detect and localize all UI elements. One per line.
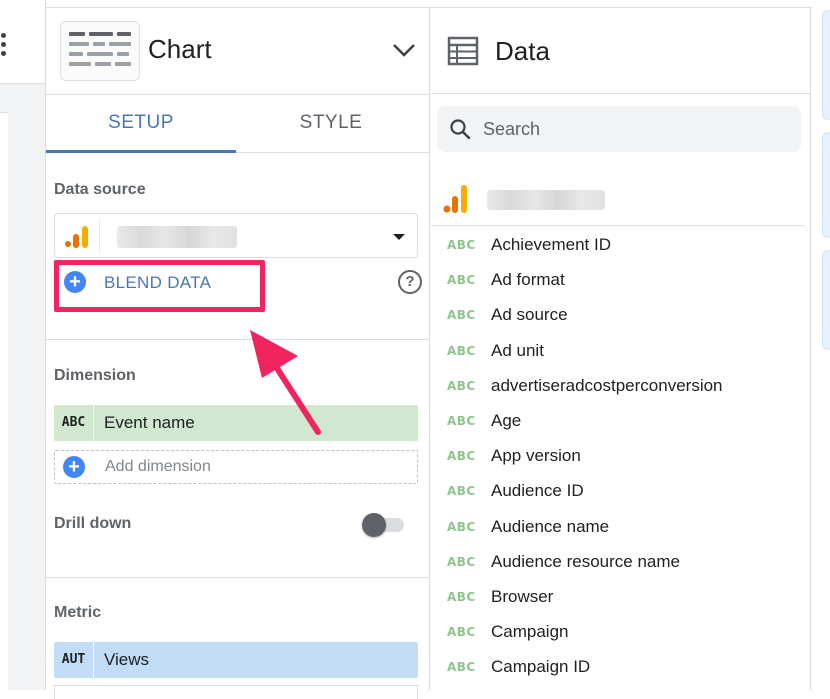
field-type-icon: ABC bbox=[447, 590, 476, 604]
field-name: Audience ID bbox=[491, 481, 584, 501]
field-type-icon: ABC bbox=[447, 238, 476, 252]
field-item[interactable]: ABC Audience resource name bbox=[431, 545, 805, 580]
side-card bbox=[822, 250, 830, 350]
field-name: Audience resource name bbox=[491, 551, 681, 571]
field-name: Audience name bbox=[491, 516, 610, 536]
tab-style[interactable]: STYLE bbox=[236, 95, 426, 153]
dropdown-caret-icon[interactable] bbox=[393, 234, 405, 240]
metric-name: Views bbox=[104, 650, 150, 669]
metric-chip[interactable]: AUT Views bbox=[54, 642, 418, 678]
field-item[interactable]: ABC App version bbox=[431, 439, 805, 474]
field-item[interactable]: ABC Ad source bbox=[431, 298, 805, 333]
dimension-chip[interactable]: ABC Event name bbox=[54, 405, 418, 441]
add-metric-partial[interactable] bbox=[54, 685, 418, 699]
table-chart-icon[interactable] bbox=[60, 21, 140, 81]
field-type-icon: ABC bbox=[447, 660, 476, 675]
field-name: Age bbox=[491, 411, 522, 430]
field-type-icon: ABC bbox=[447, 625, 476, 640]
metric-label: Metric bbox=[54, 604, 102, 621]
field-item[interactable]: ABC advertiseradcostperconversion bbox=[431, 369, 805, 404]
field-item[interactable]: ABC Ad format bbox=[431, 263, 805, 298]
section-divider bbox=[46, 577, 430, 578]
data-panel: Data ABC Achievement ID ABC Ad format ABC Ad … bbox=[431, 8, 811, 690]
tab-setup[interactable]: SETUP bbox=[46, 95, 236, 153]
field-type-icon: ABC bbox=[447, 414, 476, 428]
add-dimension-label: Add dimension bbox=[105, 458, 211, 475]
field-item[interactable]: ABC Campaign ID bbox=[431, 650, 805, 685]
field-item[interactable]: ABC Audience ID bbox=[431, 474, 805, 509]
field-type-icon: ABC bbox=[447, 378, 476, 393]
chevron-down-icon[interactable] bbox=[390, 36, 418, 64]
metric-type-badge: AUT bbox=[54, 642, 94, 678]
field-type-icon: ABC bbox=[447, 273, 476, 288]
field-name: Achievement ID bbox=[491, 235, 611, 254]
field-name: Ad format bbox=[491, 270, 565, 290]
data-title: Data bbox=[495, 36, 550, 66]
data-source-name-blurred bbox=[117, 226, 237, 248]
data-source-select[interactable] bbox=[54, 213, 418, 258]
drill-down-label: Drill down bbox=[54, 515, 132, 532]
right-strip bbox=[812, 0, 830, 690]
field-name: advertiseradcostperconversion bbox=[491, 375, 723, 395]
field-type-icon: ABC bbox=[447, 484, 476, 499]
plus-circle-icon[interactable]: + bbox=[64, 271, 86, 293]
left-strip bbox=[0, 0, 46, 690]
chart-properties-panel: Chart SETUP STYLE Data source + BLEND DA… bbox=[46, 8, 430, 699]
help-circle-icon[interactable]: ? bbox=[398, 270, 422, 294]
side-card bbox=[822, 132, 830, 238]
field-name: Campaign ID bbox=[491, 657, 591, 677]
field-item[interactable]: ABC Campaign bbox=[431, 615, 805, 650]
field-type-icon: ABC bbox=[447, 554, 476, 569]
section-divider bbox=[46, 339, 430, 340]
chart-header: Chart bbox=[46, 8, 430, 95]
data-source-name-blurred bbox=[487, 190, 605, 210]
google-analytics-icon bbox=[65, 226, 88, 248]
blend-data-button[interactable]: BLEND DATA bbox=[104, 273, 211, 293]
chart-title: Chart bbox=[148, 34, 212, 64]
search-box bbox=[437, 106, 801, 152]
dimension-type-badge: ABC bbox=[54, 405, 94, 441]
field-item[interactable]: ABC Browser bbox=[431, 580, 805, 615]
field-name: App version bbox=[491, 446, 581, 466]
data-header: Data bbox=[431, 8, 811, 94]
left-panel-edge bbox=[0, 112, 8, 690]
field-name: Ad source bbox=[491, 305, 568, 325]
field-type-icon: ABC bbox=[447, 449, 476, 464]
data-source-label: Data source bbox=[54, 181, 146, 198]
table-icon bbox=[447, 36, 479, 66]
side-card bbox=[822, 10, 830, 120]
field-type-icon: ABC bbox=[447, 308, 476, 323]
left-toolbar bbox=[0, 0, 45, 84]
field-type-icon: ABC bbox=[447, 519, 476, 534]
search-input[interactable] bbox=[481, 116, 781, 142]
field-type-icon: ABC bbox=[447, 343, 476, 358]
field-item[interactable]: ABC Achievement ID bbox=[431, 228, 805, 263]
field-name: Ad unit bbox=[491, 340, 544, 360]
plus-circle-icon: + bbox=[63, 456, 85, 478]
search-icon bbox=[450, 119, 471, 140]
field-name: Campaign bbox=[491, 622, 569, 642]
dimension-label: Dimension bbox=[54, 367, 136, 384]
drill-down-toggle[interactable] bbox=[362, 511, 406, 537]
blend-data-row: + BLEND DATA ? bbox=[54, 260, 424, 310]
add-dimension-button[interactable]: + Add dimension bbox=[54, 450, 418, 484]
dimension-name: Event name bbox=[104, 413, 195, 432]
field-item[interactable]: ABC Ad unit bbox=[431, 334, 805, 369]
kebab-menu-icon[interactable] bbox=[1, 33, 9, 59]
google-analytics-icon bbox=[443, 185, 467, 213]
field-name: Browser bbox=[491, 587, 554, 606]
select-divider bbox=[99, 220, 100, 252]
tab-bar: SETUP STYLE bbox=[46, 95, 430, 153]
data-source-row bbox=[431, 178, 805, 226]
field-item[interactable]: ABC Audience name bbox=[431, 510, 805, 545]
field-item[interactable]: ABC Age bbox=[431, 404, 805, 439]
